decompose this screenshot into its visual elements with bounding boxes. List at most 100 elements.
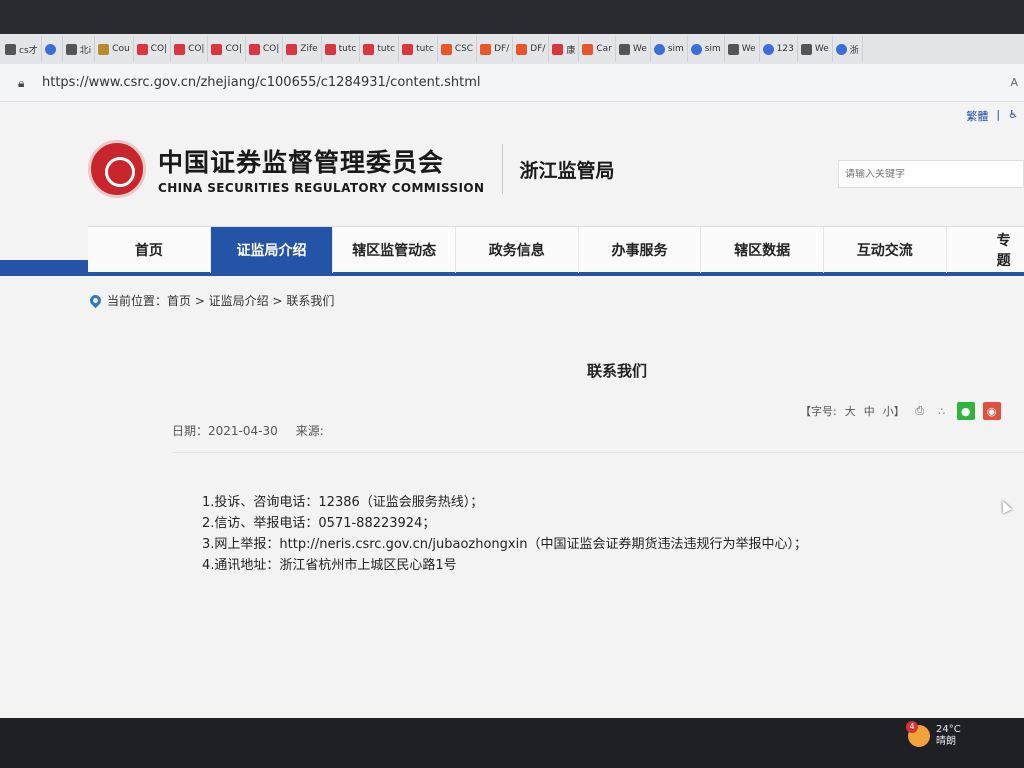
- browser-tab[interactable]: DF/: [513, 36, 550, 62]
- accessibility-icon[interactable]: ♿: [1008, 108, 1018, 124]
- contact-line-complaint: 1.投诉、咨询电话：12386（证监会服务热线）；: [202, 495, 484, 510]
- contact-line-online[interactable]: 3.网上举报：http://neris.csrc.gov.cn/jubaozho…: [202, 534, 807, 555]
- tab-favicon-icon: [44, 43, 56, 55]
- tab-label: 123: [776, 44, 794, 54]
- browser-tab[interactable]: tutc: [322, 36, 361, 62]
- tab-label: DF/: [494, 44, 510, 54]
- font-size-small[interactable]: 小】: [883, 403, 905, 419]
- browser-tab[interactable]: cs才: [2, 36, 42, 62]
- nav-item-5[interactable]: 辖区数据: [701, 227, 824, 273]
- browser-tab[interactable]: 浙: [833, 36, 863, 62]
- tab-favicon-icon: [136, 43, 148, 55]
- nav-item-1[interactable]: 证监局介绍: [210, 227, 334, 273]
- tab-label: sim: [704, 44, 721, 54]
- tab-favicon-icon: [5, 43, 16, 55]
- nav-item-0[interactable]: 首页: [88, 227, 211, 273]
- browser-tab[interactable]: CO|: [246, 36, 284, 62]
- browser-tab[interactable]: Zife: [283, 36, 322, 62]
- weather-widget[interactable]: 4 24°C 晴朗: [906, 721, 961, 748]
- weather-text: 晴朗: [936, 736, 956, 747]
- article-source: 来源:: [295, 424, 324, 438]
- weibo-share-icon[interactable]: ◉: [982, 402, 1001, 420]
- nav-item-6[interactable]: 互动交流: [824, 227, 947, 273]
- tab-label: Cou: [112, 44, 130, 54]
- tab-label: 康: [566, 45, 576, 56]
- tab-label: We: [814, 44, 829, 54]
- top-links: 繁體 | ♿: [966, 108, 1018, 124]
- browser-tab[interactable]: tutc: [360, 36, 400, 62]
- tab-label: 北i: [79, 45, 92, 56]
- tab-label: CO|: [225, 44, 242, 54]
- tab-favicon-icon: [440, 43, 452, 55]
- tab-favicon-icon: [480, 43, 492, 55]
- search-input[interactable]: [845, 168, 1023, 180]
- breadcrumb-text[interactable]: 当前位置：首页 > 证监局介绍 > 联系我们: [107, 292, 334, 309]
- tab-favicon-icon: [835, 43, 847, 55]
- browser-tab[interactable]: Car: [579, 36, 616, 62]
- tab-favicon-icon: [618, 43, 630, 55]
- site-title-cn: 中国证券监督管理委员会: [158, 148, 445, 177]
- browser-tab[interactable]: 123: [760, 36, 798, 62]
- browser-tab[interactable]: CSC: [438, 36, 478, 62]
- nav-item-3[interactable]: 政务信息: [456, 227, 579, 273]
- web-page: 繁體 | ♿ 中国证券监督管理委员会 CHINA SECURITIES REGU…: [0, 102, 1024, 718]
- tab-favicon-icon: [174, 43, 186, 55]
- browser-tab[interactable]: CO|: [171, 36, 209, 62]
- nav-item-2[interactable]: 辖区监管动态: [333, 227, 456, 273]
- browser-tab[interactable]: We: [798, 36, 833, 62]
- tab-label: cs才: [19, 45, 38, 56]
- tab-favicon-icon: [402, 43, 414, 55]
- print-icon[interactable]: ⎙: [913, 404, 927, 418]
- tab-label: DF/: [530, 44, 546, 54]
- address-bar[interactable]: 🔒︎ https://www.csrc.gov.cn/zhejiang/c100…: [0, 64, 1024, 102]
- url-text[interactable]: https://www.csrc.gov.cn/zhejiang/c100655…: [42, 75, 480, 90]
- search-box[interactable]: [838, 160, 1024, 188]
- browser-tab[interactable]: [42, 36, 63, 62]
- share-icon[interactable]: ∴: [935, 404, 949, 418]
- browser-tab[interactable]: CO|: [134, 36, 172, 62]
- tab-favicon-icon: [552, 43, 564, 55]
- browser-tab[interactable]: 北i: [63, 36, 96, 62]
- logo-text: 中国证券监督管理委员会 CHINA SECURITIES REGULATORY …: [158, 143, 484, 195]
- tab-favicon-icon: [653, 43, 665, 55]
- tab-favicon-icon: [762, 43, 774, 55]
- tab-label: CO|: [188, 44, 205, 54]
- font-size-large[interactable]: 大: [845, 403, 856, 419]
- tab-label: We: [741, 44, 756, 54]
- read-aloud-icon[interactable]: A: [1010, 76, 1018, 89]
- browser-tab[interactable]: DF/: [477, 36, 514, 62]
- article-content: 1.投诉、咨询电话：12386（证监会服务热线）； 2.信访、举报电话：0571…: [202, 492, 807, 576]
- browser-tab[interactable]: We: [725, 36, 760, 62]
- lock-icon: 🔒︎: [18, 75, 25, 90]
- browser-tab[interactable]: sim: [688, 36, 725, 62]
- article-tools: 【字号: 大 中 小】 ⎙ ∴ ● ◉: [800, 402, 1001, 420]
- browser-tab[interactable]: sim: [651, 36, 688, 62]
- traditional-chinese-link[interactable]: 繁體: [966, 108, 988, 124]
- browser-tab[interactable]: We: [616, 36, 651, 62]
- nav-item-7[interactable]: 专题: [947, 227, 1024, 273]
- site-title-en: CHINA SECURITIES REGULATORY COMMISSION: [158, 181, 485, 195]
- tab-label: tutc: [416, 44, 434, 54]
- tab-favicon-icon: [286, 43, 298, 55]
- tab-favicon-icon: [98, 43, 110, 55]
- tab-label: tutc: [377, 44, 396, 54]
- tab-favicon-icon: [727, 43, 739, 55]
- wechat-share-icon[interactable]: ●: [956, 402, 975, 420]
- meta-divider: [172, 452, 1024, 453]
- nav-accent-bar: [0, 260, 88, 276]
- browser-tab[interactable]: 康: [549, 36, 580, 62]
- nav-item-4[interactable]: 办事服务: [579, 227, 702, 273]
- browser-tab[interactable]: CO|: [208, 36, 246, 62]
- contact-line-address: 4.通讯地址：浙江省杭州市上城区民心路1号: [202, 558, 457, 573]
- tab-label: CSC: [454, 44, 474, 54]
- tab-label: Zife: [300, 44, 318, 54]
- font-size-medium[interactable]: 中: [864, 403, 875, 419]
- breadcrumb: 当前位置：首页 > 证监局介绍 > 联系我们: [87, 292, 334, 309]
- os-taskbar: 4 24°C 晴朗: [0, 718, 1024, 768]
- browser-tab[interactable]: Cou: [95, 36, 134, 62]
- site-logo[interactable]: 中国证券监督管理委员会 CHINA SECURITIES REGULATORY …: [88, 140, 614, 198]
- browser-tab[interactable]: tutc: [399, 36, 438, 62]
- location-pin-icon: [87, 292, 104, 309]
- tab-label: 浙: [849, 45, 859, 56]
- article-title: 联系我们: [586, 362, 647, 380]
